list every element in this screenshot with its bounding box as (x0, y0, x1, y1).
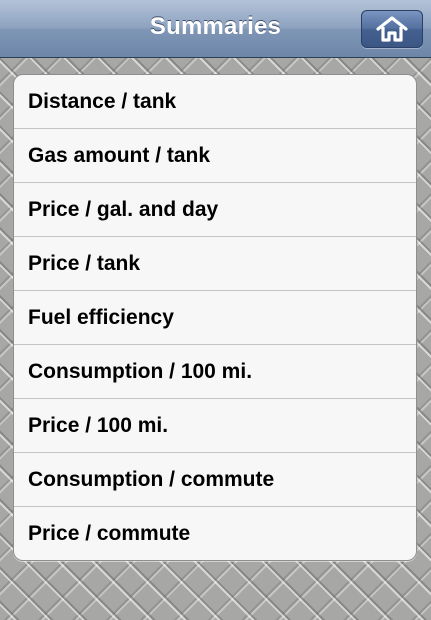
list-item-distance-per-tank[interactable]: Distance / tank (14, 75, 416, 128)
list-item-label: Fuel efficiency (28, 305, 174, 329)
list-item-label: Price / gal. and day (28, 197, 219, 221)
list-item-label: Price / 100 mi. (28, 413, 169, 437)
list-item-gas-amount-per-tank[interactable]: Gas amount / tank (14, 128, 416, 182)
summaries-list: Distance / tank Gas amount / tank Price … (13, 74, 417, 561)
list-item-price-per-commute[interactable]: Price / commute (14, 506, 416, 560)
home-button[interactable] (361, 10, 423, 48)
navigation-bar: Summaries (0, 0, 431, 58)
home-icon (375, 15, 409, 43)
list-item-fuel-efficiency[interactable]: Fuel efficiency (14, 290, 416, 344)
list-item-price-per-100-mi[interactable]: Price / 100 mi. (14, 398, 416, 452)
list-item-price-per-tank[interactable]: Price / tank (14, 236, 416, 290)
list-item-label: Price / tank (28, 251, 141, 275)
list-item-price-per-gal-and-day[interactable]: Price / gal. and day (14, 182, 416, 236)
list-item-label: Consumption / 100 mi. (28, 359, 253, 383)
list-item-consumption-per-commute[interactable]: Consumption / commute (14, 452, 416, 506)
list-item-label: Consumption / commute (28, 467, 275, 491)
list-item-label: Gas amount / tank (28, 143, 211, 167)
list-item-label: Distance / tank (28, 89, 177, 113)
list-item-consumption-per-100-mi[interactable]: Consumption / 100 mi. (14, 344, 416, 398)
list-item-label: Price / commute (28, 521, 191, 545)
